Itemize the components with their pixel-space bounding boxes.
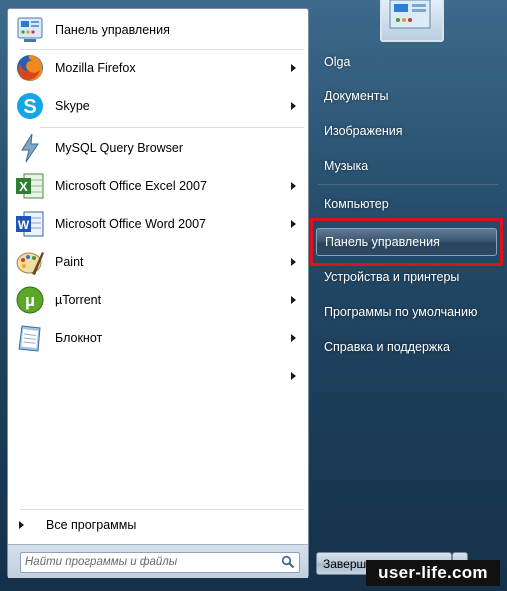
submenu-arrow-icon[interactable] bbox=[291, 182, 296, 190]
right-item-documents[interactable]: Документы bbox=[313, 81, 499, 111]
search-icon[interactable] bbox=[281, 555, 295, 569]
highlight-frame bbox=[310, 218, 503, 266]
program-item-paint[interactable]: Paint bbox=[10, 243, 306, 281]
program-label: Skype bbox=[55, 99, 90, 113]
right-item-label: Устройства и принтеры bbox=[324, 270, 460, 284]
mysql-icon bbox=[14, 132, 46, 164]
program-item-mysql[interactable]: MySQL Query Browser bbox=[10, 129, 306, 167]
firefox-icon bbox=[14, 52, 46, 84]
program-label: Microsoft Office Word 2007 bbox=[55, 217, 206, 231]
svg-text:µ: µ bbox=[25, 291, 35, 310]
right-item-default-programs[interactable]: Программы по умолчанию bbox=[313, 297, 499, 327]
program-item-word[interactable]: W Microsoft Office Word 2007 bbox=[10, 205, 306, 243]
program-label: Блокнот bbox=[55, 331, 103, 345]
paint-icon bbox=[14, 246, 46, 278]
program-label: µTorrent bbox=[55, 293, 102, 307]
program-label: Paint bbox=[55, 255, 84, 269]
right-item-computer[interactable]: Компьютер bbox=[313, 189, 499, 219]
right-item-label: Музыка bbox=[324, 159, 369, 173]
right-item-label: Компьютер bbox=[324, 197, 389, 211]
shutdown-label: Заверш bbox=[323, 556, 367, 571]
program-item-excel[interactable]: X Microsoft Office Excel 2007 bbox=[10, 167, 306, 205]
program-item-empty[interactable] bbox=[10, 357, 306, 395]
program-item-skype[interactable]: S Skype bbox=[10, 87, 306, 125]
right-item-music[interactable]: Музыка bbox=[313, 151, 499, 181]
submenu-arrow-icon[interactable] bbox=[291, 64, 296, 72]
program-label: Панель управления bbox=[55, 23, 170, 37]
submenu-arrow-icon[interactable] bbox=[291, 372, 296, 380]
search-box bbox=[20, 552, 300, 573]
program-item-firefox[interactable]: Mozilla Firefox bbox=[10, 49, 306, 87]
right-item-label: Программы по умолчанию bbox=[324, 305, 478, 319]
all-programs-label: Все программы bbox=[46, 518, 137, 532]
svg-text:S: S bbox=[23, 96, 36, 118]
word-icon: W bbox=[14, 208, 46, 240]
right-item-user[interactable]: Olga bbox=[313, 47, 499, 77]
submenu-arrow-icon[interactable] bbox=[291, 296, 296, 304]
submenu-arrow-icon[interactable] bbox=[291, 102, 296, 110]
divider bbox=[20, 509, 304, 510]
submenu-arrow-icon[interactable] bbox=[291, 220, 296, 228]
right-item-label: Изображения bbox=[324, 124, 403, 138]
right-item-devices-printers[interactable]: Устройства и принтеры bbox=[313, 262, 499, 292]
right-item-label: Olga bbox=[324, 55, 351, 69]
right-item-label: Документы bbox=[324, 89, 389, 103]
expand-arrow-icon bbox=[19, 521, 24, 529]
divider bbox=[318, 184, 498, 186]
right-item-pictures[interactable]: Изображения bbox=[313, 116, 499, 146]
user-picture-icon[interactable] bbox=[380, 0, 444, 42]
notepad-icon bbox=[14, 322, 46, 354]
excel-icon: X bbox=[14, 170, 46, 202]
program-item-utorrent[interactable]: µ µTorrent bbox=[10, 281, 306, 319]
submenu-arrow-icon[interactable] bbox=[291, 334, 296, 342]
right-item-help-support[interactable]: Справка и поддержка bbox=[313, 332, 499, 362]
program-label: MySQL Query Browser bbox=[55, 141, 184, 155]
utorrent-icon: µ bbox=[14, 284, 46, 316]
watermark: user-life.com bbox=[366, 560, 500, 586]
program-item-notepad[interactable]: Блокнот bbox=[10, 319, 306, 357]
search-input[interactable] bbox=[25, 554, 265, 570]
program-item-control-panel[interactable]: Панель управления bbox=[10, 11, 306, 49]
start-menu: Панель управления Mozilla Firefox S Skyp… bbox=[0, 0, 507, 591]
skype-icon: S bbox=[14, 90, 46, 122]
divider bbox=[40, 127, 304, 128]
program-label: Microsoft Office Excel 2007 bbox=[55, 179, 207, 193]
program-label: Mozilla Firefox bbox=[55, 61, 136, 75]
all-programs-button[interactable]: Все программы bbox=[10, 512, 306, 538]
control-panel-icon bbox=[14, 14, 46, 46]
programs-panel: Панель управления Mozilla Firefox S Skyp… bbox=[7, 8, 309, 578]
submenu-arrow-icon[interactable] bbox=[291, 258, 296, 266]
svg-text:X: X bbox=[19, 179, 28, 194]
search-area bbox=[8, 544, 308, 578]
right-item-label: Справка и поддержка bbox=[324, 340, 450, 354]
svg-text:W: W bbox=[18, 218, 30, 232]
